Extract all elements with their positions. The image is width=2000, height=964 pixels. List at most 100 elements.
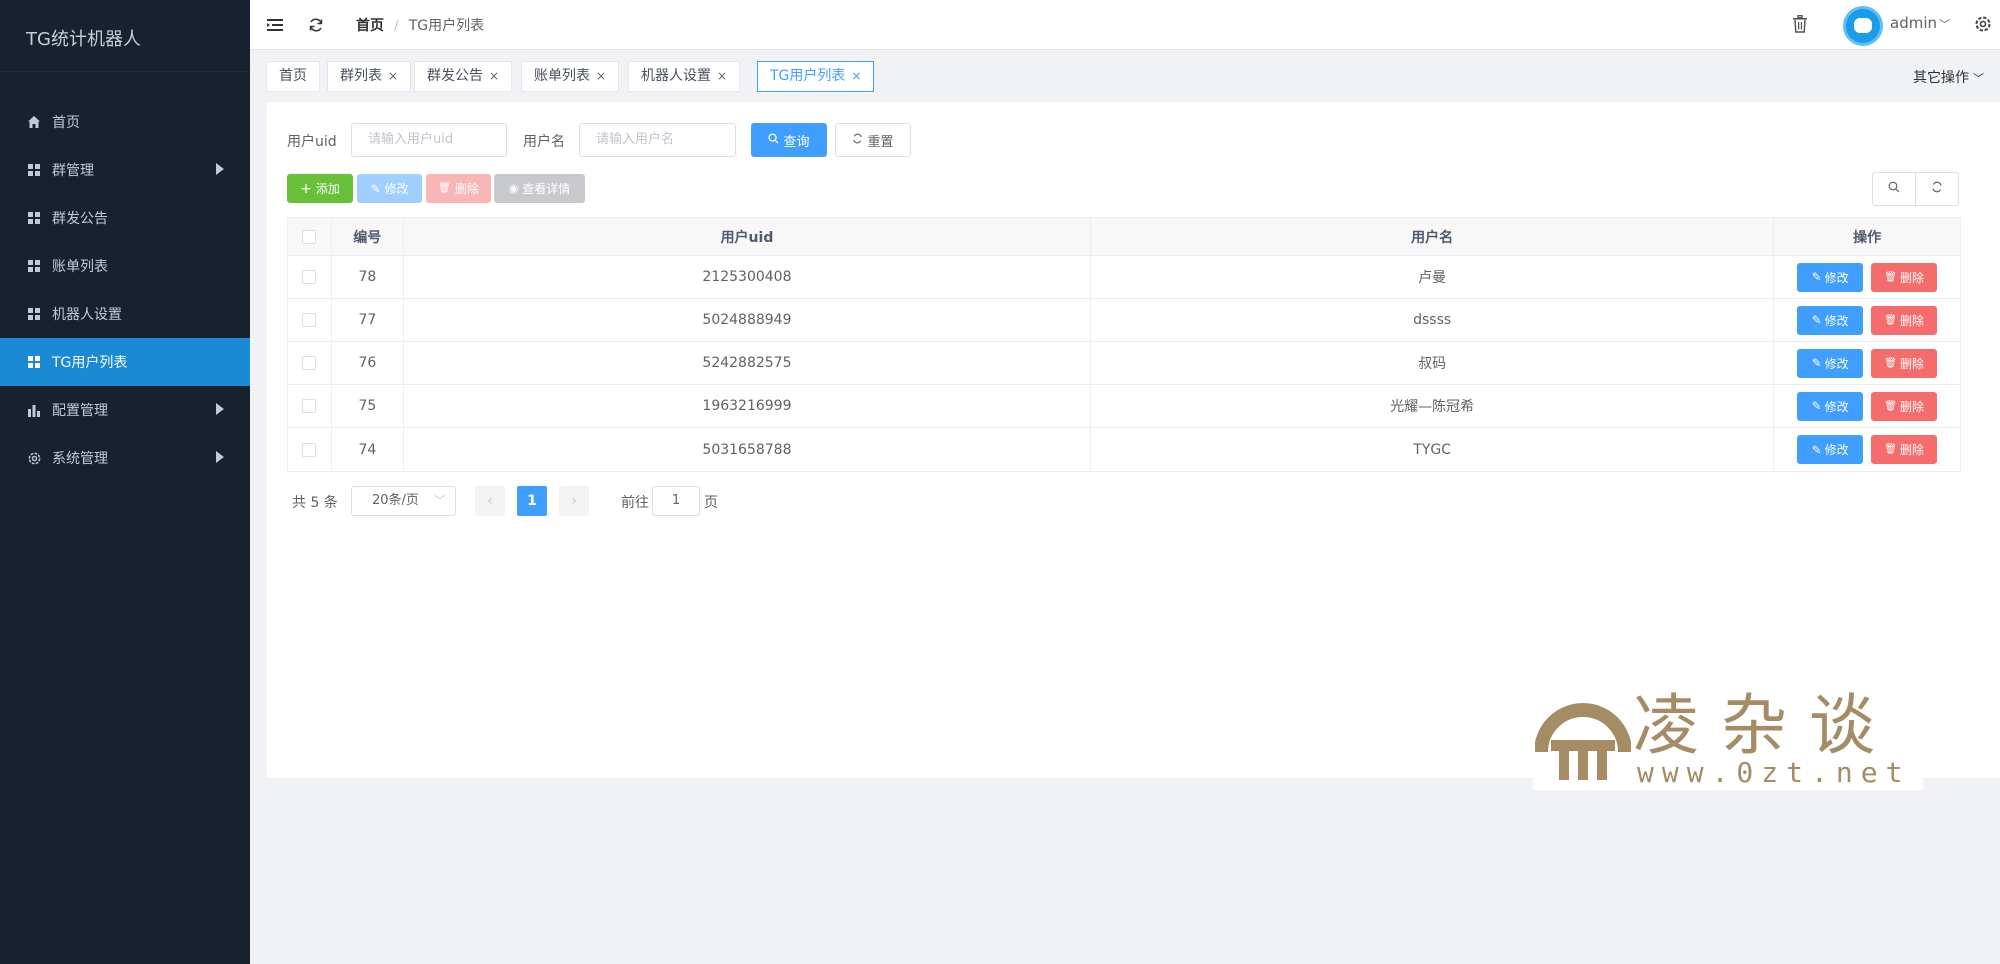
cell-id: 78 bbox=[332, 256, 404, 298]
sidebar-item-label: TG用户列表 bbox=[52, 355, 128, 371]
toggle-search-button[interactable] bbox=[1872, 172, 1916, 206]
header-uid: 用户uid bbox=[404, 218, 1092, 255]
user-name[interactable]: admin ﹀ bbox=[1890, 14, 1950, 32]
chevron-down-icon: ﹀ bbox=[1973, 72, 1984, 85]
row-edit-button[interactable]: ✎ 修改 bbox=[1797, 348, 1864, 378]
tab-bills[interactable]: 账单列表 × bbox=[521, 61, 620, 92]
grid-icon bbox=[26, 162, 42, 178]
header-name: 用户名 bbox=[1091, 218, 1775, 255]
caret-right-icon bbox=[216, 163, 224, 175]
avatar[interactable] bbox=[1843, 6, 1883, 46]
grid-icon bbox=[26, 258, 42, 274]
tab-tg-users[interactable]: TG用户列表 × bbox=[757, 61, 875, 92]
next-page-button[interactable]: › bbox=[559, 486, 589, 516]
row-edit-button[interactable]: ✎ 修改 bbox=[1797, 435, 1864, 464]
grid-icon bbox=[26, 306, 42, 322]
watermark-logo-icon bbox=[1535, 703, 1631, 780]
row-checkbox[interactable] bbox=[302, 356, 317, 370]
page-number-button[interactable]: 1 bbox=[517, 486, 547, 516]
sidebar-item-config[interactable]: 配置管理 bbox=[0, 386, 250, 434]
uid-search-input[interactable]: 请输入用户uid bbox=[351, 123, 507, 157]
sidebar-item-group-manage[interactable]: 群管理 bbox=[0, 146, 250, 194]
row-checkbox[interactable] bbox=[302, 442, 317, 457]
select-all-checkbox[interactable] bbox=[302, 229, 317, 244]
sidebar-item-bills[interactable]: 账单列表 bbox=[0, 242, 250, 290]
chevron-right-icon: › bbox=[571, 493, 577, 509]
edit-icon: ✎ bbox=[1811, 356, 1822, 370]
reset-button[interactable]: 重置 bbox=[835, 123, 911, 157]
tab-group-list[interactable]: 群列表 × bbox=[327, 61, 412, 92]
goto-page-input[interactable]: 1 bbox=[652, 486, 700, 516]
row-checkbox[interactable] bbox=[302, 399, 317, 413]
page-size-select[interactable]: 20条/页 ﹀ bbox=[351, 486, 456, 516]
breadcrumb-home[interactable]: 首页 bbox=[356, 18, 384, 34]
gear-icon bbox=[26, 450, 42, 466]
edit-icon: ✎ bbox=[1811, 442, 1822, 457]
sidebar-item-tg-users[interactable]: TG用户列表 bbox=[0, 338, 250, 386]
row-checkbox[interactable] bbox=[302, 313, 317, 327]
sidebar-item-label: 系统管理 bbox=[52, 451, 108, 467]
sidebar-item-broadcast[interactable]: 群发公告 bbox=[0, 194, 250, 242]
sidebar: TG统计机器人 首页 群管理 群发公告 账单列表 机器人设置 TG用户列表 配置… bbox=[0, 0, 250, 964]
name-label: 用户名 bbox=[523, 134, 565, 150]
row-edit-button[interactable]: ✎ 修改 bbox=[1797, 305, 1864, 335]
other-ops-dropdown[interactable]: 其它操作 ﹀ bbox=[1913, 67, 1984, 87]
row-delete-button[interactable]: 🗑 删除 bbox=[1871, 262, 1938, 292]
view-detail-button[interactable]: ◉ 查看详情 bbox=[494, 174, 585, 203]
tab-bot-settings[interactable]: 机器人设置 × bbox=[628, 61, 741, 92]
prev-page-button[interactable]: ‹ bbox=[475, 486, 505, 516]
name-search-input[interactable]: 请输入用户名 bbox=[579, 123, 736, 157]
sidebar-item-label: 机器人设置 bbox=[52, 307, 122, 323]
sidebar-item-system[interactable]: 系统管理 bbox=[0, 434, 250, 482]
cell-id: 77 bbox=[332, 299, 404, 341]
row-delete-button[interactable]: 🗑 删除 bbox=[1871, 305, 1938, 335]
row-checkbox[interactable] bbox=[302, 270, 317, 284]
hamburger-icon[interactable] bbox=[266, 16, 284, 34]
tab-broadcast[interactable]: 群发公告 × bbox=[414, 61, 513, 92]
chevron-left-icon: ‹ bbox=[487, 493, 493, 509]
grid-icon bbox=[26, 354, 42, 370]
row-delete-button[interactable]: 🗑 删除 bbox=[1871, 391, 1938, 421]
pagination-total: 共 5 条 bbox=[292, 495, 338, 511]
sidebar-item-label: 群发公告 bbox=[52, 211, 108, 227]
add-button[interactable]: + 添加 bbox=[287, 174, 353, 203]
close-icon[interactable]: × bbox=[388, 69, 398, 83]
tab-home[interactable]: 首页 bbox=[266, 61, 320, 92]
home-icon bbox=[26, 114, 42, 130]
edit-icon: ✎ bbox=[1811, 313, 1822, 327]
trash-icon[interactable] bbox=[1790, 14, 1810, 34]
plus-icon: + bbox=[300, 180, 312, 197]
tags-bar: 首页 群列表 × 群发公告 × 账单列表 × 机器人设置 × TG用户列表 × 其它操作 ﹀ bbox=[250, 50, 2000, 102]
breadcrumb-separator: / bbox=[394, 18, 399, 34]
chevron-down-icon: ﹀ bbox=[434, 494, 445, 507]
trash-icon: 🗑 bbox=[1884, 444, 1897, 455]
close-icon[interactable]: × bbox=[596, 69, 606, 83]
close-icon[interactable]: × bbox=[851, 69, 861, 83]
watermark-cn: 凌杂谈 bbox=[1633, 687, 1897, 764]
watermark-url: www.0zt.net bbox=[1637, 756, 1911, 789]
cell-name: 卢曼 bbox=[1091, 256, 1775, 298]
row-edit-button[interactable]: ✎ 修改 bbox=[1797, 262, 1864, 292]
refresh-table-button[interactable] bbox=[1915, 172, 1959, 206]
cell-uid: 5242882575 bbox=[404, 342, 1092, 384]
header-id: 编号 bbox=[332, 218, 404, 255]
row-delete-button[interactable]: 🗑 删除 bbox=[1871, 435, 1938, 464]
bar-chart-icon bbox=[26, 402, 42, 418]
sidebar-item-bot-settings[interactable]: 机器人设置 bbox=[0, 290, 250, 338]
row-edit-button[interactable]: ✎ 修改 bbox=[1797, 391, 1864, 421]
cell-name: 光耀—陈冠希 bbox=[1091, 385, 1775, 427]
page-suffix: 页 bbox=[704, 495, 718, 511]
edit-button[interactable]: ✎ 修改 bbox=[357, 174, 422, 203]
cell-name: 叔码 bbox=[1091, 342, 1775, 384]
trash-icon: 🗑 bbox=[1884, 400, 1897, 412]
query-button[interactable]: 查询 bbox=[751, 123, 827, 157]
close-icon[interactable]: × bbox=[489, 69, 499, 83]
header: 首页 / TG用户列表 admin ﹀ bbox=[250, 0, 2000, 50]
refresh-icon[interactable] bbox=[306, 15, 326, 35]
search-icon bbox=[768, 132, 780, 148]
gear-icon[interactable] bbox=[1972, 13, 1994, 35]
sidebar-item-home[interactable]: 首页 bbox=[0, 98, 250, 146]
close-icon[interactable]: × bbox=[717, 69, 727, 83]
delete-button[interactable]: 🗑 删除 bbox=[426, 174, 491, 203]
row-delete-button[interactable]: 🗑 删除 bbox=[1871, 348, 1938, 378]
